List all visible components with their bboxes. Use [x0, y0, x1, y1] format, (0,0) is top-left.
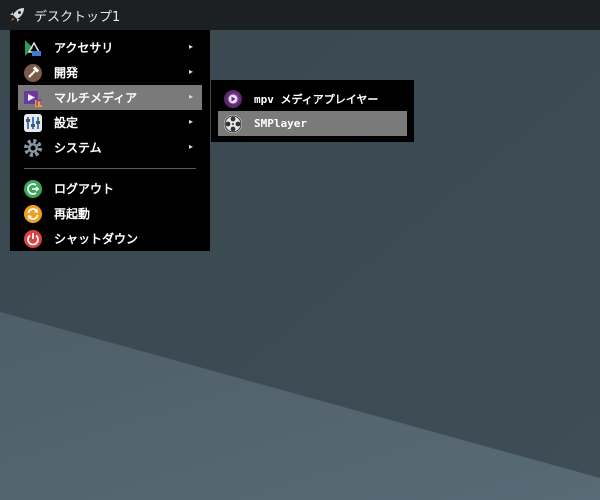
development-icon — [22, 62, 44, 84]
menu-item-reboot[interactable]: 再起動 — [18, 201, 202, 226]
system-gear-icon — [22, 137, 44, 159]
accessories-icon — [22, 37, 44, 59]
menu-item-label: システム — [54, 141, 102, 155]
menu-item-shutdown[interactable]: シャットダウン — [18, 226, 202, 251]
menu-item-development[interactable]: 開発 ▸ — [18, 60, 202, 85]
rocket-icon[interactable] — [6, 4, 28, 26]
menu-item-accessories[interactable]: アクセサリ ▸ — [18, 35, 202, 60]
top-panel: デスクトップ1 — [0, 0, 600, 30]
menu-item-label: 開発 — [54, 66, 79, 80]
multimedia-submenu: mpv メディアプレイヤー SMPlayer — [211, 80, 414, 142]
desktop-name[interactable]: デスクトップ1 — [34, 6, 120, 25]
menu-item-smplayer[interactable]: SMPlayer — [218, 111, 407, 136]
menu-item-logout[interactable]: ログアウト — [18, 176, 202, 201]
multimedia-icon — [22, 87, 44, 109]
submenu-arrow-icon: ▸ — [188, 142, 193, 151]
menu-item-label: 設定 — [54, 116, 79, 130]
menu-item-label: mpv メディアプレイヤー — [254, 92, 379, 106]
submenu-arrow-icon: ▸ — [188, 67, 193, 76]
submenu-arrow-icon: ▸ — [188, 92, 193, 101]
menu-item-label: シャットダウン — [54, 232, 139, 246]
menu-item-label: 再起動 — [54, 207, 91, 221]
application-menu: アクセサリ ▸ 開発 ▸ マルチメディア ▸ 設定 ▸ システム ▸ ログアウト… — [10, 30, 210, 251]
menu-item-mpv[interactable]: mpv メディアプレイヤー — [218, 86, 407, 111]
logout-icon — [22, 178, 44, 200]
smplayer-icon — [222, 113, 244, 135]
settings-icon — [22, 112, 44, 134]
menu-item-label: SMPlayer — [254, 117, 307, 130]
shutdown-icon — [22, 228, 44, 250]
menu-item-label: ログアウト — [54, 182, 115, 196]
menu-item-label: マルチメディア — [54, 91, 138, 105]
menu-item-label: アクセサリ — [54, 41, 114, 55]
menu-item-multimedia[interactable]: マルチメディア ▸ — [18, 85, 202, 110]
mpv-icon — [222, 88, 244, 110]
menu-item-settings[interactable]: 設定 ▸ — [18, 110, 202, 135]
menu-separator — [24, 168, 196, 169]
submenu-arrow-icon: ▸ — [188, 42, 193, 51]
menu-item-system[interactable]: システム ▸ — [18, 135, 202, 160]
reboot-icon — [22, 203, 44, 225]
submenu-arrow-icon: ▸ — [188, 117, 193, 126]
